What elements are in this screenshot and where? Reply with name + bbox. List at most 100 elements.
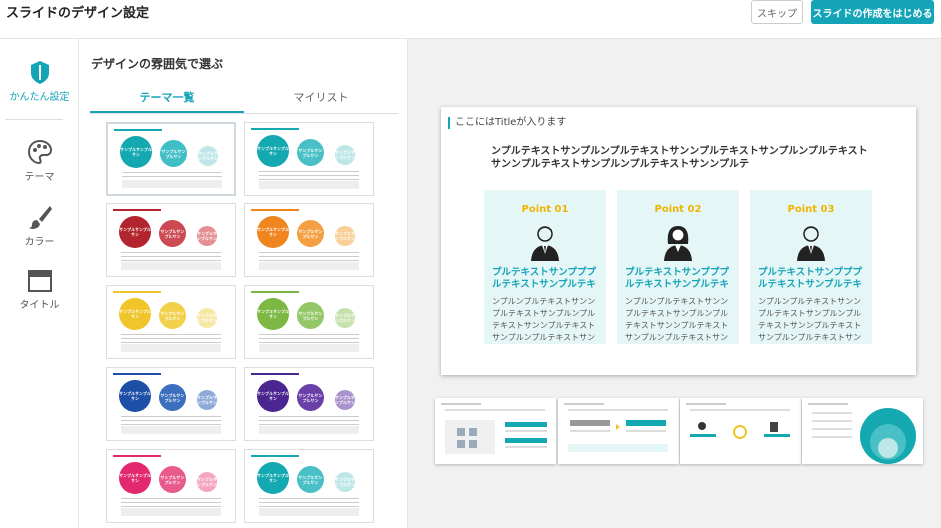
theme-sample-circle: サンプルサンプルサン (297, 302, 324, 329)
theme-footer-box (259, 508, 359, 516)
theme-sample-circle: サンプルサンプルサン (119, 380, 151, 412)
theme-thumbnail[interactable]: サンプルサンプルサン サンプルサンプルサン サンプルサンプルサン (106, 367, 236, 441)
theme-thumbnail[interactable]: サンプルサンプルサン サンプルサンプルサン サンプルサンプルサン (244, 449, 374, 523)
brush-icon (28, 206, 52, 229)
theme-thumbnail[interactable]: サンプルサンプルサン サンプルサンプルサン サンプルサンプルサン (244, 122, 374, 196)
theme-text-line (121, 420, 221, 421)
layout-icon (27, 270, 52, 292)
slide-thumbnail[interactable] (680, 398, 801, 464)
theme-sample-circle: サンプルサンプルサン (335, 390, 355, 410)
theme-sample-circle: サンプルサンプルサン (257, 380, 289, 412)
slide-thumbnail[interactable] (802, 398, 923, 464)
theme-sample-circle: サンプルサンプルサン (159, 384, 186, 411)
theme-text-line (121, 338, 221, 339)
theme-title-bar (113, 291, 161, 293)
theme-sample-circle: サンプルサンプルサン (197, 226, 217, 246)
theme-sample-circle: サンプルサンプルサン (160, 140, 187, 167)
theme-thumbnail[interactable]: サンプルサンプルサン サンプルサンプルサン サンプルサンプルサン (106, 122, 236, 196)
theme-sample-circle: サンプルサンプルサン (159, 302, 186, 329)
theme-text-line (121, 260, 221, 261)
theme-text-line (259, 260, 359, 261)
rail-divider (5, 119, 63, 120)
theme-text-line (121, 506, 221, 507)
point-body: ンプルンプルテキストサンンプルテキストサンプルンプルテキストサンンプルテキストサ… (625, 297, 729, 342)
theme-sample-circle: サンプルサンプルサン (159, 220, 186, 247)
start-creating-button[interactable]: スライドの作成をはじめる (811, 0, 934, 24)
theme-sample-circle: サンプルサンプルサン (257, 216, 289, 248)
theme-text-line (259, 342, 359, 343)
slide-thumbnail[interactable] (558, 398, 679, 464)
businessman-icon (795, 224, 827, 266)
theme-footer-box (121, 426, 221, 434)
point-heading: プルテキストサンプププルテキストサンプルテキ (758, 267, 862, 290)
theme-thumbnail[interactable]: サンプルサンプルサン サンプルサンプルサン サンプルサンプルサン (244, 203, 374, 277)
theme-sample-circle: サンプルサンプルサン (297, 466, 324, 493)
slide-lead-text: ンプルテキストサンプルンプルテキストサンンプルテキストサンプルンプルテキストサン… (491, 146, 868, 170)
theme-text-line (122, 176, 222, 177)
rail-item-title[interactable]: タイトル (0, 269, 79, 319)
slide-title: ここにはTitleが入ります (448, 117, 566, 129)
theme-footer-box (121, 344, 221, 352)
theme-text-line (121, 256, 221, 257)
theme-title-bar (251, 209, 299, 211)
rail-item-color[interactable]: カラー (0, 204, 79, 254)
rail-item-label: カラー (24, 237, 55, 248)
theme-thumbnail[interactable]: サンプルサンプルサン サンプルサンプルサン サンプルサンプルサン (244, 285, 374, 359)
rail-item-label: タイトル (19, 300, 60, 311)
rail-item-label: かんたん設定 (9, 92, 70, 103)
theme-thumbnail[interactable]: サンプルサンプルサン サンプルサンプルサン サンプルサンプルサン (106, 203, 236, 277)
theme-title-bar (251, 128, 299, 130)
theme-text-line (121, 252, 221, 253)
skip-button[interactable]: スキップ (751, 0, 803, 24)
active-tab-indicator (90, 111, 244, 113)
theme-text-line (259, 175, 359, 176)
theme-text-line (259, 502, 359, 503)
point-label: Point 02 (654, 204, 702, 215)
tab-theme-list[interactable]: テーマ一覧 (90, 89, 244, 105)
point-label: Point 01 (521, 204, 569, 215)
theme-sample-circle: サンプルサンプルサン (119, 462, 151, 494)
theme-text-line (259, 498, 359, 499)
theme-footer-box (259, 262, 359, 270)
theme-footer-box (259, 344, 359, 352)
theme-text-line (121, 416, 221, 417)
tab-my-list[interactable]: マイリスト (244, 89, 398, 105)
theme-text-line (259, 334, 359, 335)
theme-title-bar (113, 209, 161, 211)
theme-thumbnail[interactable]: サンプルサンプルサン サンプルサンプルサン サンプルサンプルサン (106, 449, 236, 523)
theme-thumbnail[interactable]: サンプルサンプルサン サンプルサンプルサン サンプルサンプルサン (244, 367, 374, 441)
theme-tabs: テーマ一覧 マイリスト (90, 86, 398, 114)
theme-sample-circle: サンプルサンプルサン (119, 216, 151, 248)
theme-text-line (259, 171, 359, 172)
theme-text-line (259, 420, 359, 421)
theme-text-line (121, 424, 221, 425)
point-card: Point 02 プルテキストサンプププルテキストサンプルテキ ンプルンプルテキ… (617, 190, 739, 344)
theme-text-line (259, 252, 359, 253)
theme-title-bar (114, 129, 162, 131)
slide-thumbnail[interactable] (435, 398, 556, 464)
theme-sample-circle: サンプルサンプルサン (197, 390, 217, 410)
theme-text-line (121, 502, 221, 503)
point-card: Point 01 プルテキストサンプププルテキストサンプルテキ ンプルンプルテキ… (484, 190, 606, 344)
rail-item-theme[interactable]: テーマ (0, 139, 79, 189)
businessman-icon (529, 224, 561, 266)
theme-title-bar (251, 455, 299, 457)
slide-preview: ここにはTitleが入ります ンプルテキストサンプルンプルテキストサンンプルテキ… (441, 107, 916, 375)
theme-sample-circle: サンプルサンプルサン (257, 462, 289, 494)
palette-icon (27, 139, 52, 165)
theme-footer-box (121, 262, 221, 270)
theme-footer-box (259, 426, 359, 434)
theme-text-line (122, 172, 222, 173)
theme-text-line (121, 498, 221, 499)
theme-sample-circle: サンプルサンプルサン (197, 308, 217, 328)
panel-title: デザインの雰囲気で選ぶ (91, 57, 224, 71)
theme-thumbnail[interactable]: サンプルサンプルサン サンプルサンプルサン サンプルサンプルサン (106, 285, 236, 359)
theme-sample-circle: サンプルサンプルサン (198, 146, 218, 166)
point-card: Point 03 プルテキストサンプププルテキストサンプルテキ ンプルンプルテキ… (750, 190, 872, 344)
theme-sample-circle: サンプルサンプルサン (335, 145, 355, 165)
rail-item-easy-setup[interactable]: かんたん設定 (0, 59, 79, 109)
header: スライドのデザイン設定 スキップ スライドの作成をはじめる (0, 0, 941, 39)
theme-title-bar (113, 455, 161, 457)
theme-text-line (259, 424, 359, 425)
theme-panel: デザインの雰囲気で選ぶ テーマ一覧 マイリスト サンプルサンプルサン サンプルサン… (79, 39, 408, 528)
